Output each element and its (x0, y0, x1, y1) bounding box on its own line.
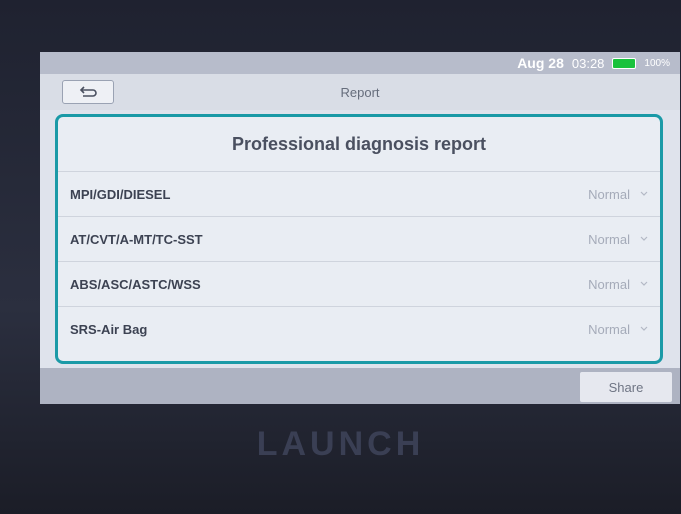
status-dropdown[interactable]: Normal (588, 322, 648, 337)
chevron-down-icon (640, 281, 648, 286)
status-dropdown[interactable]: Normal (588, 232, 648, 247)
status-value: Normal (588, 231, 630, 247)
status-date: Aug 28 (517, 55, 564, 71)
chevron-down-icon (640, 326, 648, 331)
chevron-down-icon (640, 191, 648, 196)
status-time: 03:28 (571, 55, 605, 71)
system-label: ABS/ASC/ASTC/WSS (70, 276, 201, 292)
status-value: Normal (588, 276, 630, 292)
report-row[interactable]: MPI/GDI/DIESEL Normal (58, 171, 660, 216)
report-row[interactable]: AT/CVT/A-MT/TC-SST Normal (58, 216, 660, 261)
screen: Aug 28 03:28 100% Report Professional di… (40, 52, 680, 404)
status-value: Normal (588, 321, 630, 337)
title-bar: Report (40, 74, 680, 110)
report-title: Professional diagnosis report (231, 133, 487, 154)
page-title: Report (340, 84, 380, 100)
bottom-bar: Share (40, 368, 680, 404)
system-label: AT/CVT/A-MT/TC-SST (70, 231, 203, 247)
chevron-down-icon (640, 236, 648, 241)
system-label: SRS-Air Bag (70, 321, 148, 337)
status-dropdown[interactable]: Normal (588, 187, 648, 202)
brand-logo: LAUNCH (256, 425, 425, 463)
back-arrow-icon (79, 86, 97, 97)
report-card: Professional diagnosis report MPI/GDI/DI… (55, 114, 663, 364)
report-row[interactable]: ABS/ASC/ASTC/WSS Normal (58, 261, 660, 306)
share-button[interactable]: Share (580, 372, 672, 402)
battery-percent: 100% (644, 57, 670, 69)
back-button[interactable] (62, 80, 114, 104)
battery-icon (612, 57, 637, 69)
status-bar: Aug 28 03:28 100% (40, 52, 680, 74)
report-row[interactable]: SRS-Air Bag Normal (58, 306, 660, 351)
device-frame: Aug 28 03:28 100% Report Professional di… (0, 0, 681, 514)
system-label: MPI/GDI/DIESEL (70, 186, 171, 202)
status-dropdown[interactable]: Normal (588, 277, 648, 292)
status-value: Normal (588, 186, 630, 202)
